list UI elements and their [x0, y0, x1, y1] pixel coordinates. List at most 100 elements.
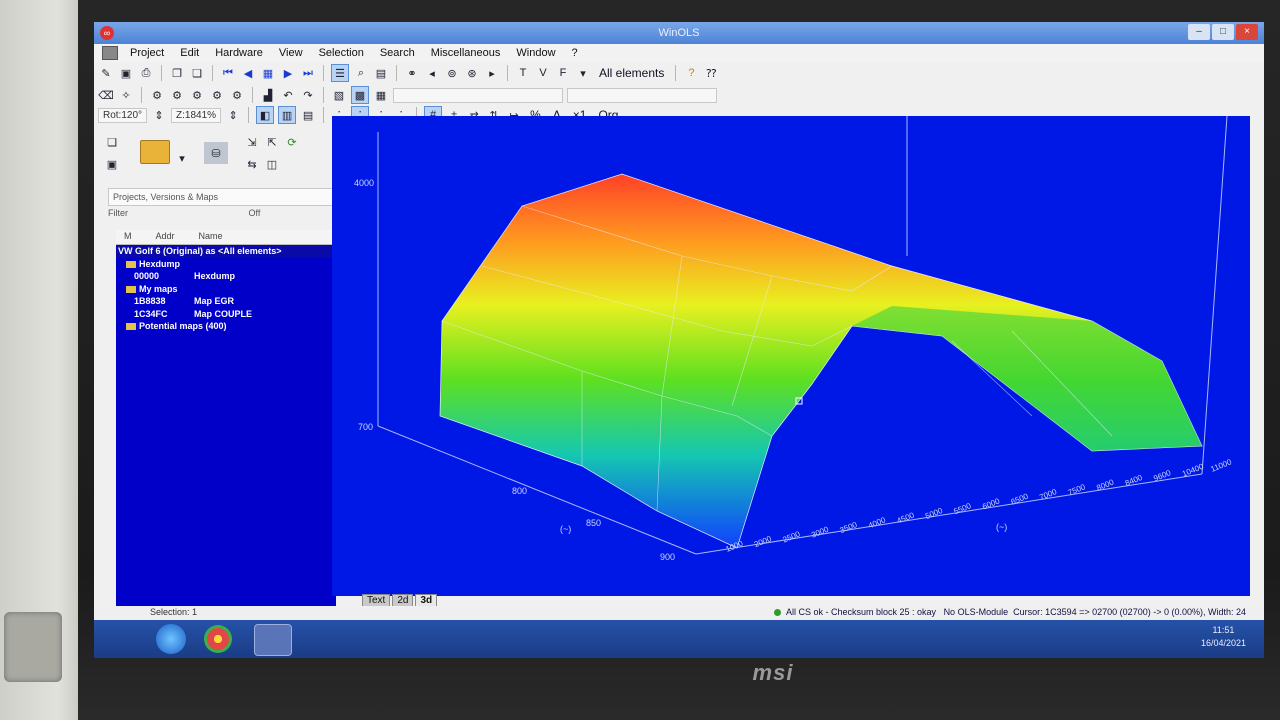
z-label-top: 4000: [354, 178, 374, 188]
tree-item[interactable]: 1B8838 Map EGR: [116, 295, 336, 308]
col-name[interactable]: Name: [183, 230, 231, 244]
tool-e-icon[interactable]: ⚙: [229, 87, 245, 103]
dropdown-arrow-icon[interactable]: ▾: [575, 65, 591, 81]
search-icon[interactable]: ⌕: [353, 65, 369, 81]
separator: [323, 107, 325, 123]
paste-icon[interactable]: ❏: [189, 65, 205, 81]
tree-item[interactable]: 1C34FC Map COUPLE: [116, 308, 336, 321]
y-axis-tick-label: 2500: [781, 529, 801, 544]
copy-icon[interactable]: ❐: [169, 65, 185, 81]
first-icon[interactable]: ⏮: [220, 65, 236, 81]
new-project-icon[interactable]: ❏: [104, 134, 120, 150]
eraser-icon[interactable]: ⌫: [98, 87, 114, 103]
system-clock[interactable]: 11:51 16/04/2021: [1201, 624, 1246, 650]
tree-item[interactable]: Hexdump: [116, 258, 336, 271]
right-edge-line: [1201, 116, 1228, 475]
y-axis-tick-label: 2000: [753, 534, 773, 549]
menu-miscellaneous[interactable]: Miscellaneous: [423, 47, 509, 59]
tool-a-icon[interactable]: ⚙: [149, 87, 165, 103]
winols-taskbar-icon[interactable]: [254, 624, 292, 656]
save-project-icon[interactable]: ▣: [104, 156, 120, 172]
pane-selector[interactable]: Projects, Versions & Maps: [108, 188, 336, 206]
project-tree: M Addr Name VW Golf 6 (Original) as <All…: [116, 230, 336, 658]
all-elements-selector[interactable]: All elements: [595, 66, 668, 80]
window-title: WinOLS: [658, 27, 700, 39]
chrome-taskbar-icon[interactable]: [204, 625, 232, 653]
menu-help[interactable]: ?: [564, 47, 586, 59]
help-icon[interactable]: ?: [683, 65, 699, 81]
value-view-icon[interactable]: V: [535, 65, 551, 81]
open-folder-icon[interactable]: [140, 140, 170, 164]
tree-item[interactable]: Potential maps (400): [116, 320, 336, 333]
zoom-field[interactable]: Z:1841%: [171, 107, 222, 123]
maximize-button[interactable]: □: [1212, 24, 1234, 40]
next-icon[interactable]: ▶: [280, 65, 296, 81]
view-mode-b-icon[interactable]: ▥: [278, 106, 297, 124]
redo-icon[interactable]: ↷: [300, 87, 316, 103]
zoom-stepper-icon[interactable]: ⇕: [225, 107, 241, 123]
map-3d-canvas[interactable]: 4000 700 800 850 900 (~) 1000 2000 2500 300…: [332, 116, 1250, 596]
print-icon[interactable]: ⎙: [138, 65, 154, 81]
rotation-stepper-icon[interactable]: ⇕: [151, 107, 167, 123]
menu-edit[interactable]: Edit: [172, 47, 207, 59]
text-view-icon[interactable]: T: [515, 65, 531, 81]
rotation-field[interactable]: Rot:120°: [98, 107, 148, 123]
start-button-icon[interactable]: [156, 624, 186, 654]
col-m[interactable]: M: [116, 230, 140, 244]
view-mode-a-icon[interactable]: ◧: [256, 106, 275, 124]
export-icon[interactable]: ⇱: [264, 134, 280, 150]
last-icon[interactable]: ⏭: [300, 65, 316, 81]
tree-item[interactable]: My maps: [116, 283, 336, 296]
tool-d-icon[interactable]: ⚙: [209, 87, 225, 103]
menu-search[interactable]: Search: [372, 47, 423, 59]
filter-off-toggle[interactable]: Off: [249, 208, 261, 218]
menu-project[interactable]: Project: [122, 47, 172, 59]
context-help-icon[interactable]: ⁇: [703, 65, 719, 81]
menu-hardware[interactable]: Hardware: [207, 47, 271, 59]
close-button[interactable]: ×: [1236, 24, 1258, 40]
wand-icon[interactable]: ✧: [118, 87, 134, 103]
filter-icon[interactable]: F: [555, 65, 571, 81]
value-field-1[interactable]: [393, 87, 563, 103]
grid-icon[interactable]: ▦: [260, 65, 276, 81]
map-3d-icon[interactable]: ▩: [351, 86, 369, 104]
menu-selection[interactable]: Selection: [311, 47, 372, 59]
y-axis-tick-label: 11000: [1209, 457, 1233, 474]
toolbar-secondary: ⌫ ✧ ⚙ ⚙ ⚙ ⚙ ⚙ ▟ ↶ ↷ ▧ ▩ ▦: [98, 84, 717, 106]
minimize-button[interactable]: –: [1188, 24, 1210, 40]
menu-window[interactable]: Window: [508, 47, 563, 59]
folder-dropdown-icon[interactable]: ▾: [174, 150, 190, 166]
camera-icon[interactable]: ◫: [264, 156, 280, 172]
tree-view-icon[interactable]: ☰: [331, 64, 349, 82]
tree-item[interactable]: 00000 Hexdump: [116, 270, 336, 283]
project-icon[interactable]: ✎: [98, 65, 114, 81]
refresh-icon[interactable]: ⟳: [284, 134, 300, 150]
tool-c-icon[interactable]: ⚙: [189, 87, 205, 103]
undo-icon[interactable]: ↶: [280, 87, 296, 103]
tool-b-icon[interactable]: ⚙: [169, 87, 185, 103]
prev-icon[interactable]: ◀: [240, 65, 256, 81]
y-axis-tick-label: 5000: [924, 506, 944, 521]
link-icon[interactable]: ⚭: [404, 65, 420, 81]
import-icon[interactable]: ⇲: [244, 134, 260, 150]
tree-item[interactable]: VW Golf 6 (Original) as <All elements>: [116, 245, 336, 258]
map-3d-view[interactable]: 4000 700 800 850 900 (~) 1000 2000 2500 300…: [332, 116, 1250, 596]
compare-icon[interactable]: ⇆: [244, 156, 260, 172]
arrow-right-icon[interactable]: ▸: [484, 65, 500, 81]
view-mode-c-icon[interactable]: ▤: [300, 107, 316, 123]
map-icon[interactable]: ▧: [331, 87, 347, 103]
archive-icon[interactable]: ⛁: [204, 142, 228, 164]
disconnect-icon[interactable]: ⊛: [464, 65, 480, 81]
arrow-left-icon[interactable]: ◂: [424, 65, 440, 81]
document-icon[interactable]: [102, 46, 118, 60]
save-icon[interactable]: ▣: [118, 65, 134, 81]
map-grid-icon[interactable]: ▦: [373, 87, 389, 103]
chart-icon[interactable]: ▟: [260, 87, 276, 103]
separator: [248, 107, 250, 123]
menu-view[interactable]: View: [271, 47, 311, 59]
connect-icon[interactable]: ⊚: [444, 65, 460, 81]
col-addr[interactable]: Addr: [140, 230, 183, 244]
list-icon[interactable]: ▤: [373, 65, 389, 81]
value-field-2[interactable]: [567, 87, 717, 103]
filter-label: Filter: [108, 208, 128, 218]
